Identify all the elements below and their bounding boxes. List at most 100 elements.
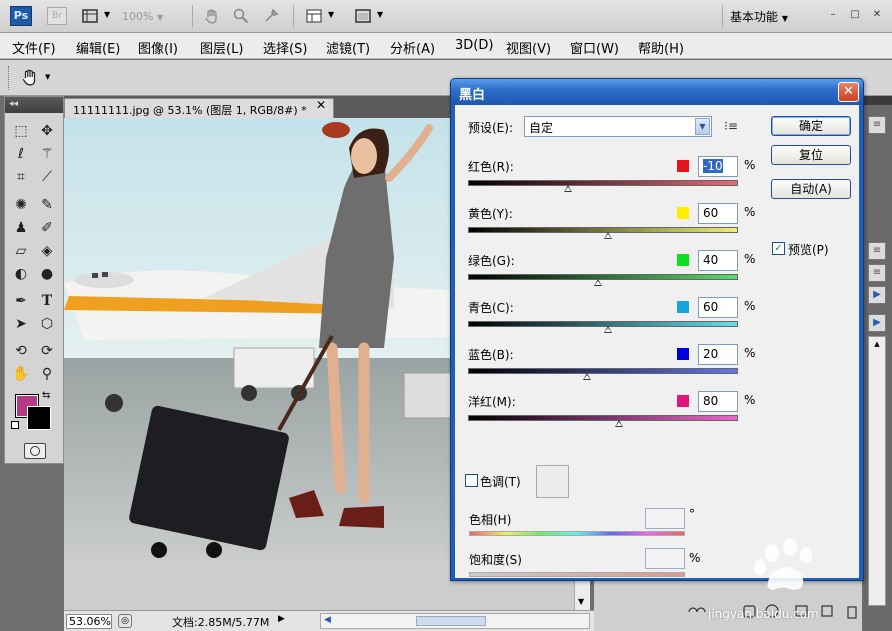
healing-brush-icon[interactable]: ✺ [10,195,32,216]
menu-analysis[interactable]: 分析(A) [390,38,435,57]
clone-stamp-icon[interactable]: ♟ [10,218,32,239]
panel-menu-icon[interactable]: ≡ [868,116,886,134]
slider-track[interactable] [468,321,738,327]
history-brush-icon[interactable]: ✐ [36,218,58,239]
hand-tool-icon[interactable]: ✋ [10,364,32,385]
shape-tool-icon[interactable]: ⬡ [36,314,58,335]
maximize-button[interactable]: □ [849,9,861,21]
swap-colors-icon[interactable]: ⇆ [42,390,50,401]
hue-input[interactable] [645,508,685,529]
preset-select[interactable]: 自定 ▼ [524,116,712,137]
slider-track[interactable] [468,180,738,186]
launch-bridge-button[interactable]: Br [47,7,67,25]
panel-menu-icon[interactable]: ≡ [868,264,886,282]
dock-header[interactable] [862,96,892,105]
default-colors-icon[interactable] [11,421,19,429]
green-value-input[interactable]: 40 [698,250,738,271]
scroll-left-icon[interactable]: ◀ [324,615,331,625]
menu-edit[interactable]: 编辑(E) [76,38,120,57]
menu-image[interactable]: 图像(I) [138,38,178,57]
horizontal-scrollbar[interactable]: ◀ [320,613,590,629]
menu-window[interactable]: 窗口(W) [570,38,619,57]
chevron-down-icon[interactable]: ▼ [328,10,334,19]
chevron-down-icon[interactable]: ▼ [45,73,50,81]
auto-button[interactable]: 自动(A) [771,179,851,199]
preview-checkbox[interactable]: ✓ [772,242,785,255]
magenta-value-input[interactable]: 80 [698,391,738,412]
panel-scrollbar[interactable]: ▲ [868,336,886,606]
quick-mask-button[interactable] [24,443,46,459]
slider-thumb[interactable] [615,420,624,427]
red-value-input[interactable]: -10 [698,156,738,177]
brush-tool-icon[interactable]: ✎ [36,195,58,216]
menu-view[interactable]: 视图(V) [506,38,551,57]
tint-checkbox[interactable] [465,474,478,487]
3d-orbit-icon[interactable]: ⟳ [36,341,58,362]
dialog-titlebar[interactable]: 黑白 ✕ [451,79,863,105]
slider-thumb[interactable] [563,185,572,192]
workspace-switcher[interactable]: 基本功能 ▼ [730,8,788,25]
ok-button[interactable]: 确定 [771,116,851,136]
options-grip[interactable] [8,66,11,90]
reset-button[interactable]: 复位 [771,145,851,165]
hand-tool-preset-icon[interactable] [20,68,40,86]
crop-tool-icon[interactable]: ⌗ [10,167,32,188]
paint-bucket-icon[interactable]: ◈ [36,241,58,262]
move-tool-icon[interactable]: ✥ [36,121,58,142]
type-tool-icon[interactable]: T [36,291,58,312]
expand-panel-icon[interactable]: ▶ [868,314,886,332]
menu-select[interactable]: 选择(S) [263,38,307,57]
chevron-down-icon[interactable]: ▼ [377,10,383,19]
menu-3d[interactable]: 3D(D) [455,38,493,53]
lasso-tool-icon[interactable]: ℓ [10,144,32,165]
slider-track[interactable] [468,415,738,421]
view-extras-icon[interactable] [82,8,98,24]
tools-panel-header[interactable]: ◂◂ [5,97,63,113]
background-color-swatch[interactable] [27,406,51,430]
3d-rotate-icon[interactable]: ⟲ [10,341,32,362]
status-arrow-icon[interactable]: ▶ [278,614,285,624]
blue-value-input[interactable]: 20 [698,344,738,365]
slider-track[interactable] [468,274,738,280]
hue-slider-track[interactable] [469,531,685,536]
blur-tool-icon[interactable]: ◐ [10,264,32,285]
chevron-down-icon[interactable]: ▼ [104,10,110,19]
marquee-tool-icon[interactable]: ⬚ [10,121,32,142]
saturation-slider-track[interactable] [469,572,685,577]
slider-thumb[interactable] [593,279,602,286]
document-tab[interactable]: 11111111.jpg @ 53.1% (图层 1, RGB/8#) * [64,98,334,118]
close-app-button[interactable]: ✕ [871,9,883,21]
expand-panel-icon[interactable]: ▶ [868,286,886,304]
status-menu-icon[interactable]: ◎ [118,614,132,628]
scroll-down-icon[interactable]: ▼ [578,597,584,606]
screen-mode-icon[interactable] [355,8,371,24]
hand-tool-icon[interactable] [204,8,220,24]
slider-track[interactable] [468,227,738,233]
menu-layer[interactable]: 图层(L) [200,38,243,57]
menu-filter[interactable]: 滤镜(T) [326,38,370,57]
zoom-tool-icon[interactable] [233,8,249,24]
slider-thumb[interactable] [604,232,613,239]
magic-wand-icon[interactable]: ⚚ [36,144,58,165]
dodge-tool-icon[interactable]: ● [36,264,58,285]
scroll-thumb[interactable] [416,616,486,626]
panel-menu-icon[interactable]: ≡ [868,242,886,260]
menu-file[interactable]: 文件(F) [12,38,56,57]
close-document-icon[interactable]: ✕ [316,98,326,112]
dialog-close-button[interactable]: ✕ [838,82,859,102]
cyan-value-input[interactable]: 60 [698,297,738,318]
pen-tool-icon[interactable]: ✒ [10,291,32,312]
chevron-down-icon[interactable]: ▼ [695,118,710,135]
yellow-value-input[interactable]: 60 [698,203,738,224]
zoom-level-select[interactable]: 100% ▼ [122,8,182,25]
rotate-view-icon[interactable] [263,8,279,24]
slider-thumb[interactable] [582,373,591,380]
minimize-button[interactable]: – [827,9,839,21]
eraser-tool-icon[interactable]: ▱ [10,241,32,262]
slider-track[interactable] [468,368,738,374]
tint-color-swatch[interactable] [536,465,569,498]
saturation-input[interactable] [645,548,685,569]
preset-options-icon[interactable]: ⁝≡ [724,119,738,133]
path-selection-icon[interactable]: ➤ [10,314,32,335]
arrange-documents-icon[interactable] [306,8,322,24]
